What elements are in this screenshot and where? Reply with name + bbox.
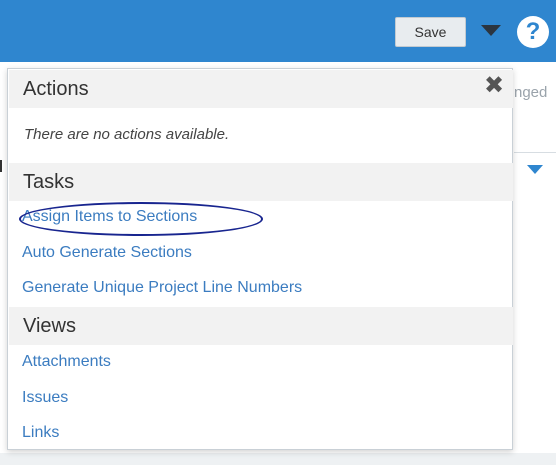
close-icon[interactable]: ✖ [483,74,505,98]
background-edge-mark [0,160,2,172]
help-icon[interactable]: ? [517,16,549,48]
dropdown-caret-icon[interactable] [481,25,501,36]
tasks-section-header: Tasks [9,163,513,201]
hand-drawn-circle-annotation [19,202,263,236]
background-divider [514,152,556,153]
save-button[interactable]: Save [395,17,466,47]
task-link-auto-generate-sections[interactable]: Auto Generate Sections [22,244,192,262]
views-section-header: Views [9,307,513,345]
background-footer-strip [0,453,556,465]
actions-dropdown-panel: Actions ✖ There are no actions available… [7,68,513,450]
background-expand-caret-icon[interactable] [527,165,543,174]
no-actions-note: There are no actions available. [24,126,230,143]
view-link-issues[interactable]: Issues [22,389,68,407]
task-link-generate-line-numbers[interactable]: Generate Unique Project Line Numbers [22,279,302,297]
view-link-links[interactable]: Links [22,424,59,442]
view-link-attachments[interactable]: Attachments [22,353,111,371]
background-status-text: nged [514,84,548,101]
top-toolbar: Save ? [0,0,556,62]
actions-section-header: Actions [9,70,513,108]
